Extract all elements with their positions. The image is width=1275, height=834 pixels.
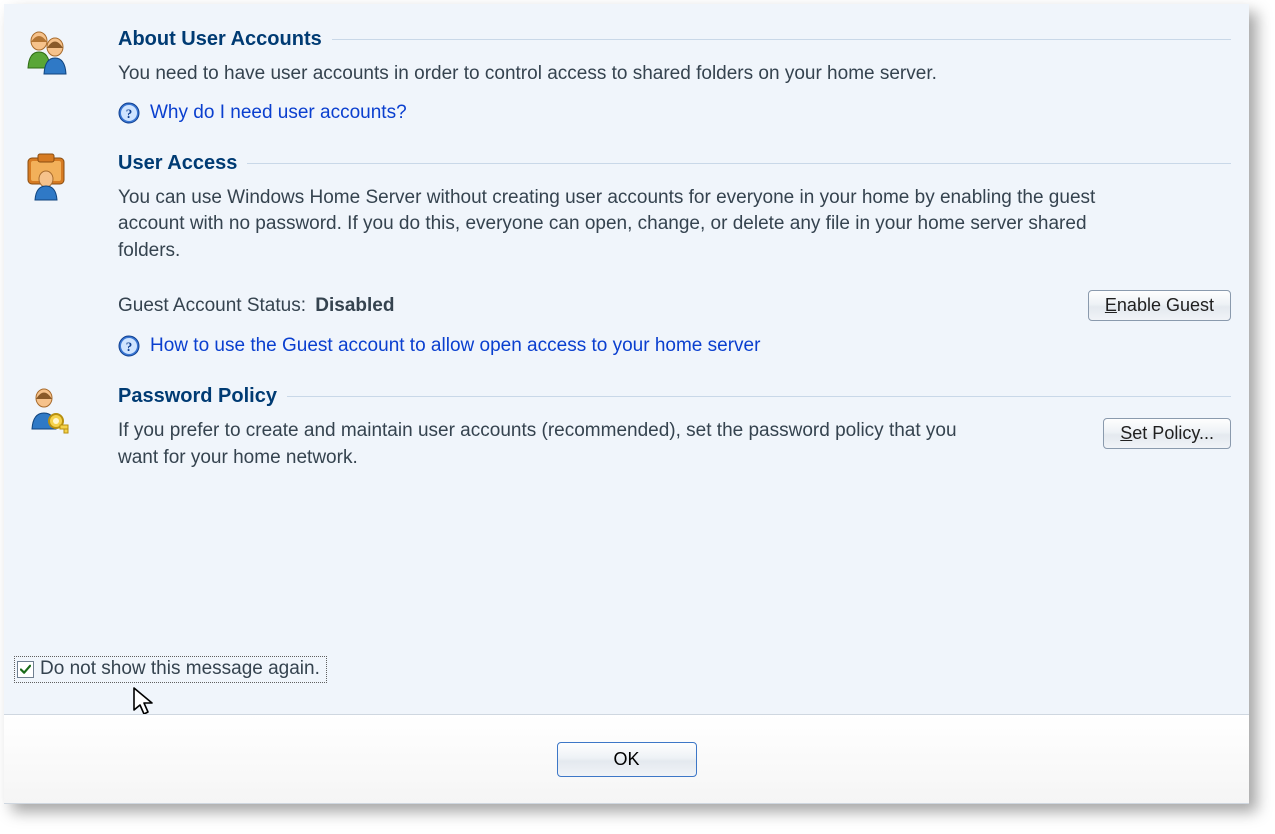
ok-button[interactable]: OK xyxy=(557,742,697,777)
user-accounts-dialog: About User Accounts You need to have use… xyxy=(4,4,1249,804)
svg-text:?: ? xyxy=(126,106,133,121)
about-description: You need to have user accounts in order … xyxy=(118,61,1118,88)
about-help-link[interactable]: Why do I need user accounts? xyxy=(150,102,407,124)
users-icon xyxy=(22,28,118,80)
dialog-content: About User Accounts You need to have use… xyxy=(4,4,1249,472)
divider xyxy=(332,39,1231,40)
section-user-access: User Access You can use Windows Home Ser… xyxy=(22,152,1231,358)
user-access-description: You can use Windows Home Server without … xyxy=(118,185,1118,265)
divider xyxy=(287,396,1231,397)
user-access-heading: User Access xyxy=(118,152,237,175)
dont-show-again-row: Do not show this message again. xyxy=(14,656,327,683)
password-policy-description: If you prefer to create and maintain use… xyxy=(118,418,998,471)
dont-show-again-label: Do not show this message again. xyxy=(40,658,320,680)
divider xyxy=(247,163,1231,164)
guest-help-link[interactable]: How to use the Guest account to allow op… xyxy=(150,335,760,357)
help-icon: ? xyxy=(118,102,140,124)
password-policy-icon xyxy=(22,385,118,437)
password-policy-heading: Password Policy xyxy=(118,385,277,408)
dialog-footer: OK xyxy=(4,714,1249,803)
guest-status-label: Guest Account Status: xyxy=(118,295,306,316)
about-heading: About User Accounts xyxy=(118,28,322,51)
guest-status-value: Disabled xyxy=(315,295,394,316)
help-icon: ? xyxy=(118,335,140,357)
section-password-policy: Password Policy If you prefer to create … xyxy=(22,385,1231,471)
guest-status-label-group: Guest Account Status: Disabled xyxy=(118,295,394,317)
section-about-user-accounts: About User Accounts You need to have use… xyxy=(22,28,1231,124)
dont-show-again-checkbox[interactable] xyxy=(17,661,34,678)
svg-text:?: ? xyxy=(126,339,133,354)
set-policy-button[interactable]: Set Policy... xyxy=(1103,418,1231,449)
user-access-icon xyxy=(22,152,118,204)
enable-guest-button[interactable]: Enable Guest xyxy=(1088,290,1231,321)
